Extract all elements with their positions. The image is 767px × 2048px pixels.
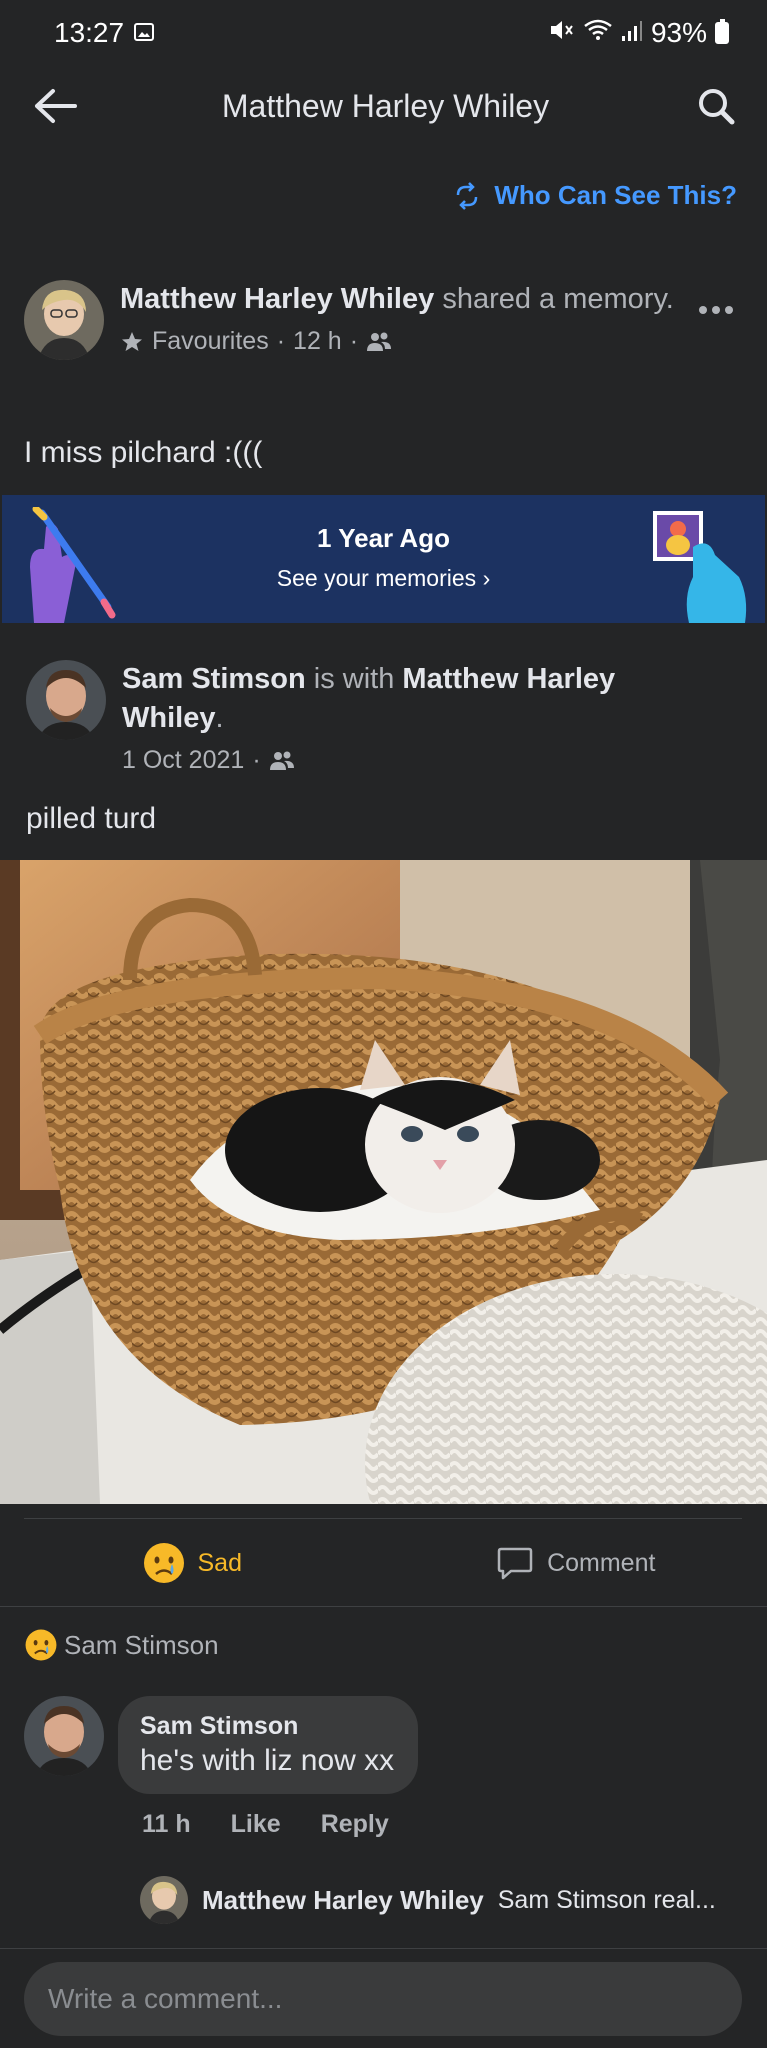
comment-time: 11 h bbox=[142, 1810, 191, 1838]
comment-like-button[interactable]: Like bbox=[231, 1810, 281, 1839]
post-action-text: shared a memory. bbox=[442, 283, 674, 315]
comment-text: he's with liz now xx bbox=[140, 1744, 395, 1777]
reply-author-name: Matthew Harley Whiley bbox=[202, 1884, 484, 1915]
arrow-left-icon bbox=[35, 89, 77, 123]
who-can-see-link[interactable]: Who Can See This? bbox=[452, 180, 737, 211]
signal-icon bbox=[621, 17, 643, 49]
mute-icon bbox=[549, 17, 575, 49]
hand-photo-illustration bbox=[653, 511, 747, 623]
kitten-in-basket-photo bbox=[0, 860, 767, 1504]
memories-banner[interactable]: 1 Year Ago See your memories › bbox=[2, 495, 765, 623]
comment-bubble[interactable]: Sam Stimson he's with liz now xx bbox=[118, 1696, 419, 1794]
status-time: 13:27 bbox=[54, 17, 125, 48]
comment-label: Comment bbox=[547, 1548, 656, 1577]
gallery-icon bbox=[134, 17, 155, 49]
battery-icon bbox=[715, 19, 729, 44]
post-author-line: Matthew Harley Whiley shared a memory. F… bbox=[120, 280, 680, 356]
commenter-avatar[interactable] bbox=[24, 1696, 104, 1776]
shared-with-text: is with bbox=[313, 663, 395, 695]
comment-bubble-icon bbox=[497, 1547, 533, 1580]
composer-divider bbox=[0, 1948, 767, 1949]
back-button[interactable] bbox=[30, 81, 80, 131]
comment-input[interactable] bbox=[48, 1983, 742, 2015]
comment-actions: 11 h Like Reply bbox=[142, 1810, 389, 1839]
post-photo[interactable] bbox=[0, 860, 767, 1504]
search-button[interactable] bbox=[691, 81, 741, 131]
sad-reaction-button[interactable]: Sad bbox=[0, 1520, 384, 1606]
status-bar: 13:27 93% bbox=[0, 0, 767, 66]
comment-reply-button[interactable]: Reply bbox=[321, 1810, 389, 1839]
post-author-name[interactable]: Matthew Harley Whiley bbox=[120, 283, 434, 315]
shared-meta: 1 Oct 2021 · bbox=[122, 746, 682, 775]
shared-post-body: pilled turd bbox=[26, 802, 157, 835]
search-icon bbox=[698, 89, 735, 125]
reactions-summary[interactable]: Sam Stimson bbox=[24, 1628, 219, 1662]
post-body: I miss pilchard :((( bbox=[24, 436, 263, 469]
post-meta: Favourites · 12 h · bbox=[120, 327, 680, 356]
post-audience: Favourites bbox=[152, 327, 269, 355]
sad-reaction-label: Sad bbox=[197, 1548, 242, 1577]
shared-date[interactable]: 1 Oct 2021 bbox=[122, 746, 244, 775]
actions-top-divider bbox=[24, 1518, 742, 1519]
reply-preview-text: Sam Stimson real... bbox=[497, 1885, 716, 1914]
sad-face-icon bbox=[143, 1543, 184, 1583]
chevron-right-icon: › bbox=[482, 565, 491, 591]
shared-author-name[interactable]: Sam Stimson bbox=[122, 663, 306, 695]
status-left: 13:27 bbox=[54, 17, 155, 49]
who-can-see-label: Who Can See This? bbox=[494, 180, 737, 210]
ellipsis-icon bbox=[699, 306, 733, 314]
battery-level: 93% bbox=[650, 17, 707, 48]
reply-author-avatar bbox=[140, 1876, 188, 1924]
reactor-name: Sam Stimson bbox=[64, 1629, 219, 1660]
sad-face-icon bbox=[25, 1629, 57, 1661]
sync-arrows-icon bbox=[457, 181, 478, 210]
shared-author-avatar[interactable] bbox=[26, 660, 106, 740]
more-options-button[interactable] bbox=[698, 290, 734, 322]
memories-subtitle: See your memories bbox=[276, 565, 477, 591]
friends-icon bbox=[367, 332, 392, 351]
shared-author-line: Sam Stimson is with Matthew Harley While… bbox=[122, 660, 682, 775]
actions-bottom-divider bbox=[0, 1606, 767, 1607]
post-actions: Sad Comment bbox=[0, 1520, 767, 1606]
comment-button[interactable]: Comment bbox=[384, 1520, 767, 1606]
reply-preview-row[interactable]: Matthew Harley Whiley Sam Stimson real..… bbox=[140, 1876, 760, 1924]
friends-icon bbox=[269, 751, 294, 770]
author-avatar[interactable] bbox=[24, 280, 104, 360]
top-bar: Matthew Harley Whiley bbox=[0, 66, 767, 146]
page-title: Matthew Harley Whiley bbox=[221, 87, 550, 124]
post-time: 12 h bbox=[293, 327, 342, 355]
comment-author[interactable]: Sam Stimson bbox=[140, 1710, 394, 1742]
wifi-icon bbox=[583, 17, 613, 49]
comment-composer[interactable] bbox=[24, 1962, 742, 2036]
status-right: 93% bbox=[549, 17, 729, 49]
star-icon bbox=[122, 331, 142, 351]
